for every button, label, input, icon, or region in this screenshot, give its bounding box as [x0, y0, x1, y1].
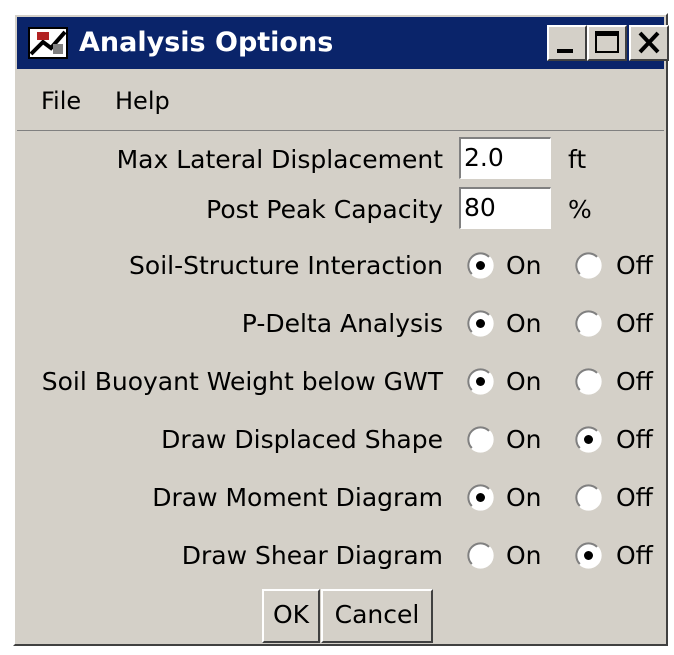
radio-on[interactable] — [466, 251, 495, 280]
radio-on-label[interactable]: On — [506, 469, 542, 527]
post-peak-capacity-row: Post Peak Capacity 80 % — [15, 181, 666, 239]
ok-button[interactable]: OK — [262, 589, 320, 643]
option-row-draw-displaced-shape: Draw Displaced Shape On Off — [15, 411, 666, 469]
radio-off-label[interactable]: Off — [616, 295, 653, 353]
radio-on-label[interactable]: On — [506, 353, 542, 411]
radio-on[interactable] — [466, 541, 495, 570]
radio-on[interactable] — [466, 367, 495, 396]
radio-off[interactable] — [574, 367, 603, 396]
option-label: Soil-Structure Interaction — [129, 251, 443, 280]
radio-off-label[interactable]: Off — [616, 469, 653, 527]
radio-off-label[interactable]: Off — [616, 527, 653, 585]
radio-on-label[interactable]: On — [506, 237, 542, 295]
option-row-soil-structure-interaction: Soil-Structure Interaction On Off — [15, 237, 666, 295]
option-row-draw-moment-diagram: Draw Moment Diagram On Off — [15, 469, 666, 527]
option-row-soil-buoyant-weight: Soil Buoyant Weight below GWT On Off — [15, 353, 666, 411]
option-label: Draw Moment Diagram — [152, 483, 443, 512]
option-label: Soil Buoyant Weight below GWT — [41, 367, 443, 396]
radio-off-label[interactable]: Off — [616, 353, 653, 411]
option-row-p-delta-analysis: P-Delta Analysis On Off — [15, 295, 666, 353]
radio-off[interactable] — [574, 251, 603, 280]
close-button[interactable] — [629, 25, 669, 61]
menu-help[interactable]: Help — [115, 71, 170, 131]
radio-off-label[interactable]: Off — [616, 411, 653, 469]
app-icon[interactable] — [27, 24, 71, 62]
analysis-options-window: Analysis Options File Help Max Lateral D… — [13, 13, 669, 646]
option-label: Draw Displaced Shape — [161, 425, 443, 454]
radio-off[interactable] — [574, 541, 603, 570]
field-label: Post Peak Capacity — [206, 195, 443, 224]
radio-off[interactable] — [574, 309, 603, 338]
cancel-button[interactable]: Cancel — [321, 589, 433, 643]
option-label: Draw Shear Diagram — [181, 541, 443, 570]
radio-on[interactable] — [466, 425, 495, 454]
radio-on[interactable] — [466, 309, 495, 338]
max-lateral-displacement-input[interactable]: 2.0 — [459, 137, 551, 179]
menu-file[interactable]: File — [41, 71, 81, 131]
radio-off-label[interactable]: Off — [616, 237, 653, 295]
maximize-button[interactable] — [587, 25, 627, 61]
close-icon — [638, 31, 660, 54]
minimize-icon — [557, 49, 573, 53]
radio-on-label[interactable]: On — [506, 411, 542, 469]
radio-on-label[interactable]: On — [506, 295, 542, 353]
menu-bar: File Help — [17, 71, 664, 131]
window-title: Analysis Options — [79, 27, 334, 58]
minimize-button[interactable] — [547, 25, 587, 61]
title-bar[interactable]: Analysis Options — [17, 17, 669, 69]
radio-off[interactable] — [574, 425, 603, 454]
radio-on[interactable] — [466, 483, 495, 512]
radio-off[interactable] — [574, 483, 603, 512]
post-peak-capacity-input[interactable]: 80 — [459, 187, 551, 229]
maximize-icon — [595, 31, 619, 53]
unit-label: % — [568, 195, 592, 224]
option-label: P-Delta Analysis — [241, 309, 443, 338]
radio-on-label[interactable]: On — [506, 527, 542, 585]
option-row-draw-shear-diagram: Draw Shear Diagram On Off — [15, 527, 666, 585]
